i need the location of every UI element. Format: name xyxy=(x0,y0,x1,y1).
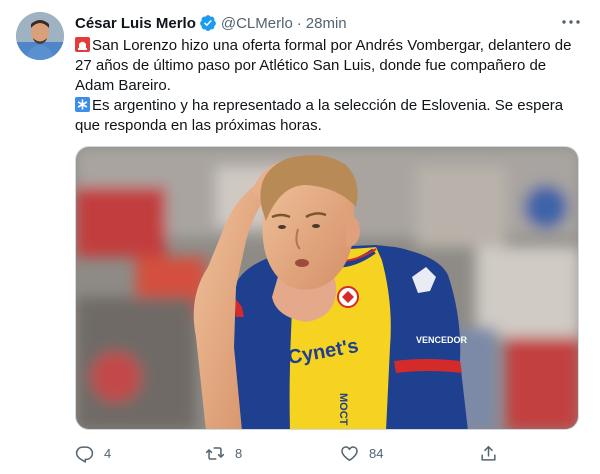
more-options-icon[interactable] xyxy=(560,12,582,32)
header-separator: · xyxy=(296,14,302,32)
tweet-paragraph: San Lorenzo hizo una oferta formal por A… xyxy=(75,36,585,96)
rotating-light-icon xyxy=(75,37,90,52)
asterisk-icon xyxy=(75,97,90,112)
heart-icon xyxy=(341,445,358,461)
jersey-side-sponsor: MOCT Cemento xyxy=(337,393,349,430)
author-handle[interactable]: @CLMerlo xyxy=(221,15,293,32)
tweet-paragraph-text: Es argentino y ha representado a la sele… xyxy=(75,97,564,134)
like-count: 84 xyxy=(369,445,384,461)
avatar[interactable] xyxy=(16,12,64,60)
tweet-text: San Lorenzo hizo una oferta formal por A… xyxy=(75,36,585,136)
tweet-paragraph-text: San Lorenzo hizo una oferta formal por A… xyxy=(75,37,572,94)
retweet-button[interactable]: 8 xyxy=(205,440,242,466)
author-name[interactable]: César Luis Merlo xyxy=(75,15,196,32)
avatar-image xyxy=(16,12,64,60)
share-icon xyxy=(481,445,496,461)
retweet-count: 8 xyxy=(235,445,243,461)
retweet-icon xyxy=(205,446,225,460)
tweet-paragraph: Es argentino y ha representado a la sele… xyxy=(75,96,585,136)
like-button[interactable]: 84 xyxy=(340,440,383,466)
tweet-actions: 4 8 84 xyxy=(75,440,505,466)
verified-badge-icon xyxy=(199,14,217,32)
tweet-header: César Luis Merlo @CLMerlo · 28min xyxy=(75,13,347,33)
reply-icon xyxy=(75,445,94,463)
tweet-card[interactable]: César Luis Merlo @CLMerlo · 28min San Lo… xyxy=(0,0,600,474)
tweet-timestamp[interactable]: 28min xyxy=(306,15,347,32)
reply-count: 4 xyxy=(104,445,112,461)
tweet-media-photo[interactable]: Cynet's VENCEDOR MOCT Cemento xyxy=(75,146,579,430)
share-button[interactable] xyxy=(479,440,498,466)
player-photo: Cynet's VENCEDOR MOCT Cemento xyxy=(76,147,578,430)
jersey-sleeve-sponsor: VENCEDOR xyxy=(416,335,468,345)
reply-button[interactable]: 4 xyxy=(75,440,111,466)
